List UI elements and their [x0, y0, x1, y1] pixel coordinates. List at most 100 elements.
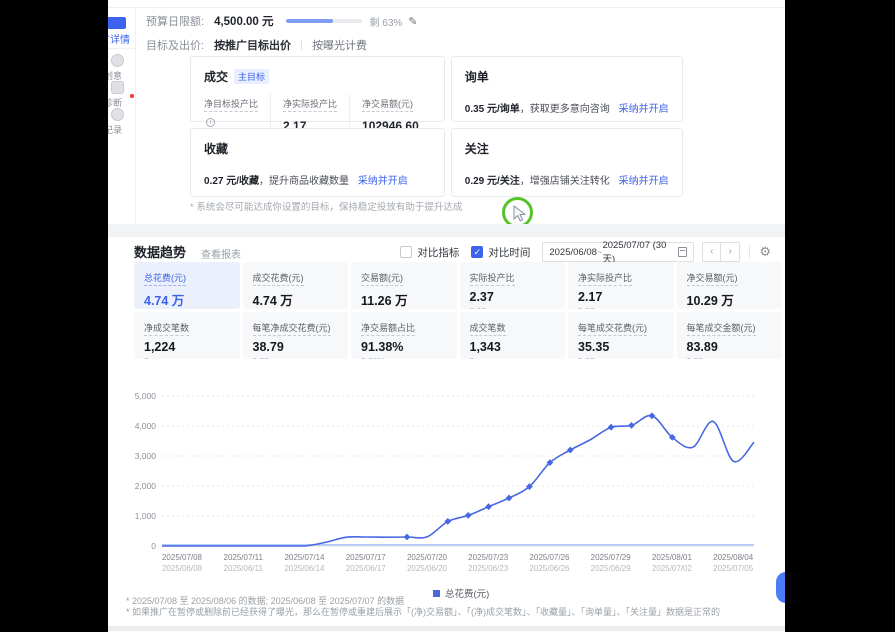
metric-tile-4[interactable]: 实际投产比2.370.00 — [460, 262, 566, 309]
top-divider — [108, 7, 785, 8]
metric-tile-5[interactable]: 净实际投产比2.170.00 — [568, 262, 674, 309]
prev-period-button[interactable]: ‹ — [702, 242, 721, 262]
net-actual-roi-label: 净实际投产比 — [283, 97, 337, 112]
svg-text:2025/06/26: 2025/06/26 — [529, 564, 570, 573]
daily-budget-value: 4,500.00 元 — [214, 13, 273, 29]
tab-separator — [301, 40, 302, 50]
follow-desc: ，增强店铺关注转化 — [520, 176, 610, 187]
trend-chart: 01,0002,0003,0004,0005,0002025/07/082025… — [124, 386, 774, 588]
calendar-icon — [678, 247, 688, 257]
metric-tile-10[interactable]: 成交笔数1,3430 — [460, 312, 566, 359]
anchor-sidebar: 广详情 创意诊断记录 — [108, 8, 136, 224]
svg-text:2025/07/23: 2025/07/23 — [468, 553, 509, 562]
inquiry-desc: ，获取更多意向咨询 — [520, 104, 610, 115]
metric-tile-grid: 总花费(元)4.74 万0.00成交花费(元)4.74 万0.00交易额(元)1… — [134, 262, 782, 359]
legend-label: 总花费(元) — [445, 586, 489, 600]
daily-budget-row: 预算日限额: 4,500.00 元 剩 63% ✎ — [146, 13, 418, 29]
tab-bid-by-goal[interactable]: 按推广目标出价 — [214, 37, 291, 53]
budget-remaining: 剩 63% — [370, 14, 403, 29]
svg-text:1,000: 1,000 — [135, 511, 157, 521]
inquiry-price: 0.35 元/询单 — [465, 104, 520, 115]
follow-title: 关注 — [465, 140, 489, 157]
metric-tile-7[interactable]: 净成交笔数1,2240 — [134, 312, 240, 359]
svg-text:2025/07/11: 2025/07/11 — [224, 553, 264, 562]
goal-footnote: * 系统会尽可能达成你设置的目标，保持稳定投放有助于提升达成 — [190, 199, 462, 213]
svg-text:2025/07/17: 2025/07/17 — [346, 553, 387, 562]
svg-text:2025/08/04: 2025/08/04 — [713, 553, 754, 562]
daily-budget-label: 预算日限额: — [146, 13, 204, 29]
follow-price: 0.29 元/关注 — [465, 176, 520, 187]
adopt-enable-link-inquiry[interactable]: 采纳并开启 — [619, 104, 669, 115]
svg-text:2025/06/29: 2025/06/29 — [591, 564, 632, 573]
sidebar-divider — [108, 48, 136, 49]
svg-text:2025/07/02: 2025/07/02 — [652, 564, 693, 573]
bulb-icon — [111, 54, 124, 67]
svg-text:2025/06/17: 2025/06/17 — [346, 564, 387, 573]
net-gmv-label: 净交易额(元) — [362, 97, 413, 112]
svg-text:2025/07/29: 2025/07/29 — [591, 553, 632, 562]
svg-text:4,000: 4,000 — [135, 421, 157, 431]
screen: 广详情 创意诊断记录 预算日限额: 4,500.00 元 剩 63% ✎ 目标及… — [0, 0, 895, 632]
trend-controls: 对比指标 ✓ 对比时间 2025/06/08 ~ 2025/07/07 (30天… — [400, 242, 771, 262]
section-divider — [108, 224, 785, 237]
adopt-enable-link-favorite[interactable]: 采纳并开启 — [358, 176, 408, 187]
date-pager: ‹ › — [702, 242, 740, 262]
goal-card-deal[interactable]: 成交 主目标 净目标投产比i 2.45 ✎ 净实际投产比 2.17 净交易额(元… — [190, 56, 445, 122]
sidebar-active-icon[interactable] — [108, 17, 126, 29]
metric-tile-9[interactable]: 净交易额占比91.38%0.00% — [351, 312, 457, 359]
metric-tile-6[interactable]: 净交易额(元)10.29 万0.00 — [677, 262, 783, 309]
deal-title: 成交 — [204, 68, 228, 85]
inquiry-title: 询单 — [465, 68, 489, 85]
favorite-price: 0.27 元/收藏 — [204, 176, 259, 187]
next-period-button[interactable]: › — [721, 242, 740, 262]
compare-time-checkbox[interactable]: ✓ — [471, 246, 483, 258]
date-range-input[interactable]: 2025/06/08 ~ 2025/07/07 (30天) — [542, 242, 694, 262]
chart-legend[interactable]: 总花费(元) — [433, 586, 489, 600]
diagnose-icon — [111, 81, 124, 94]
info-icon[interactable]: i — [206, 118, 215, 127]
svg-text:2,000: 2,000 — [135, 481, 157, 491]
compare-time-label: 对比时间 — [488, 245, 530, 260]
view-report-link[interactable]: 查看报表 — [201, 246, 241, 261]
sidebar-item-1[interactable]: 创意 — [108, 54, 136, 82]
settings-gear-icon[interactable]: ⚙ — [759, 244, 771, 260]
adopt-enable-link-follow[interactable]: 采纳并开启 — [619, 176, 669, 187]
favorite-title: 收藏 — [204, 140, 228, 157]
svg-text:2025/07/20: 2025/07/20 — [407, 553, 448, 562]
svg-text:2025/06/23: 2025/06/23 — [468, 564, 509, 573]
edit-budget-icon[interactable]: ✎ — [408, 15, 417, 28]
controls-divider — [749, 246, 750, 258]
trends-title: 数据趋势 — [134, 242, 186, 261]
primary-goal-badge: 主目标 — [234, 69, 269, 84]
svg-text:2025/07/14: 2025/07/14 — [284, 553, 325, 562]
svg-text:3,000: 3,000 — [135, 451, 157, 461]
goal-card-favorite[interactable]: 收藏 0.27 元/收藏，提升商品收藏数量 采纳并开启 — [190, 128, 445, 197]
compare-metric-checkbox[interactable] — [400, 246, 412, 258]
goal-card-inquiry[interactable]: 询单 0.35 元/询单，获取更多意向咨询 采纳并开启 — [451, 56, 683, 122]
metric-tile-1[interactable]: 总花费(元)4.74 万0.00 — [134, 262, 240, 309]
date-start: 2025/06/08 — [549, 247, 597, 258]
bottom-edge — [108, 626, 785, 631]
metric-tile-3[interactable]: 交易额(元)11.26 万0.00 — [351, 262, 457, 309]
chart-footnote-2: * 如果推广在暂停或删除前已经获得了曝光，那么在暂停或重建后展示「(净)交易额」… — [126, 605, 720, 618]
sidebar-item-detail[interactable]: 广详情 — [108, 31, 136, 46]
favorite-desc: ，提升商品收藏数量 — [259, 176, 349, 187]
metric-tile-8[interactable]: 每笔净成交花费(元)38.790.00 — [243, 312, 349, 359]
svg-text:2025/06/08: 2025/06/08 — [162, 564, 203, 573]
tab-bid-by-impression[interactable]: 按曝光计费 — [312, 37, 367, 53]
sidebar-item-3[interactable]: 记录 — [108, 108, 136, 136]
sidebar-item-2[interactable]: 诊断 — [108, 81, 136, 109]
svg-text:2025/06/20: 2025/06/20 — [407, 564, 448, 573]
metric-tile-2[interactable]: 成交花费(元)4.74 万0.00 — [243, 262, 349, 309]
compare-metric-label: 对比指标 — [417, 245, 459, 260]
goal-card-follow[interactable]: 关注 0.29 元/关注，增强店铺关注转化 采纳并开启 — [451, 128, 683, 197]
clock-icon — [111, 108, 124, 121]
svg-text:2025/06/11: 2025/06/11 — [224, 564, 264, 573]
goal-cards: 成交 主目标 净目标投产比i 2.45 ✎ 净实际投产比 2.17 净交易额(元… — [190, 56, 614, 197]
metric-tile-12[interactable]: 每笔成交金额(元)83.890.00 — [677, 312, 783, 359]
app-window: 广详情 创意诊断记录 预算日限额: 4,500.00 元 剩 63% ✎ 目标及… — [108, 0, 785, 632]
side-drawer-handle[interactable] — [776, 572, 785, 603]
net-target-roi-label: 净目标投产比 — [204, 97, 258, 112]
svg-text:2025/07/08: 2025/07/08 — [162, 553, 203, 562]
metric-tile-11[interactable]: 每笔成交花费(元)35.350.00 — [568, 312, 674, 359]
